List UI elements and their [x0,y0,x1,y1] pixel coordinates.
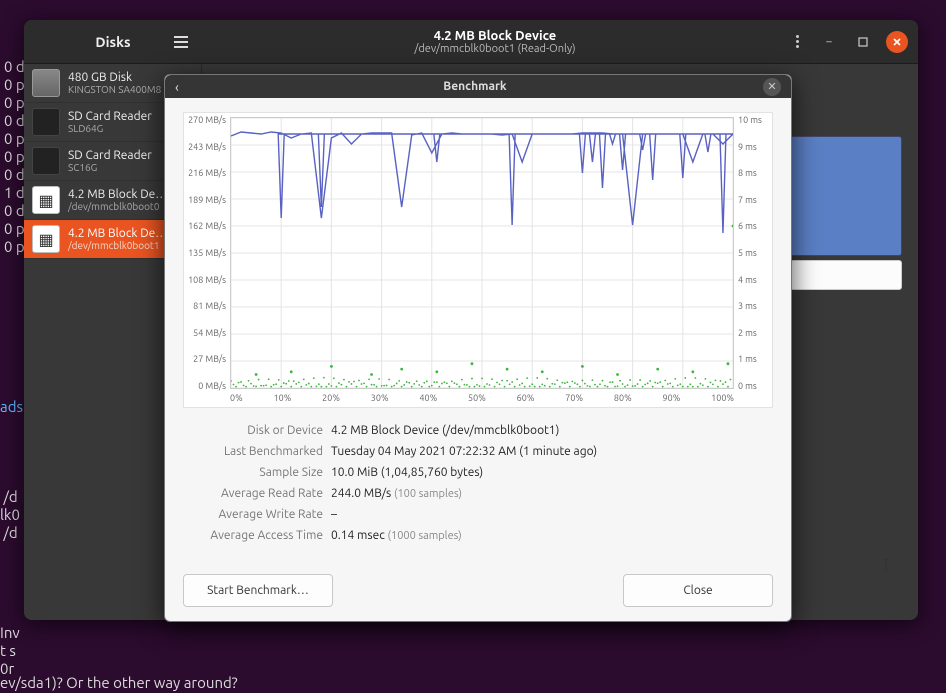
stat-label: Average Access Time [183,529,331,542]
back-icon[interactable]: ‹ [175,79,179,95]
disk-sub: SLD64G [68,123,152,134]
maximize-button[interactable] [852,31,874,53]
terminal-end: ev/sda1)? Or the other way around? [0,674,238,692]
app-title: Disks [95,34,130,50]
block-device-icon: ▦ [32,225,60,253]
stat-label: Sample Size [183,466,331,479]
kebab-menu-icon[interactable] [788,35,806,48]
stat-value: 0.14 msec (1000 samples) [331,529,773,542]
stat-label: Average Write Rate [183,508,331,521]
start-benchmark-button[interactable]: Start Benchmark… [183,574,333,607]
dialog-title: Benchmark [187,80,763,93]
benchmark-chart: 270 MB/s243 MB/s216 MB/s189 MB/s162 MB/s… [183,112,773,408]
header-bar: Disks 4.2 MB Block Device /dev/mmcblk0bo… [24,20,918,64]
stat-value: Tuesday 04 May 2021 07:22:32 AM (1 minut… [331,445,773,458]
hdd-icon [32,69,60,97]
stat-label: Disk or Device [183,424,331,437]
stat-value: 10.0 MiB (1,04,85,760 bytes) [331,466,773,479]
hamburger-menu-icon[interactable] [166,27,196,57]
terminal-paths: /d lk0 /d [0,488,20,542]
disk-sub: KINGSTON SA400M8 [68,84,161,95]
disk-sub: /dev/mmcblk0boot0 [68,201,167,212]
window-close-button[interactable] [886,31,908,53]
y-axis-left: 270 MB/s243 MB/s216 MB/s189 MB/s162 MB/s… [184,113,230,407]
disk-name: 4.2 MB Block De… [68,227,167,240]
benchmark-stats: Disk or Device4.2 MB Block Device (/dev/… [183,420,773,546]
benchmark-dialog: ‹ Benchmark ✕ 270 MB/s243 MB/s216 MB/s18… [164,74,792,622]
disk-name: SD Card Reader [68,110,152,123]
disk-sub: SC16G [68,162,152,173]
stat-label: Average Read Rate [183,487,331,500]
x-axis: 0%10%20%30%40%50%60%70%80%90%100% [230,393,734,407]
minimize-button[interactable]: – [818,31,840,53]
dialog-header: ‹ Benchmark ✕ [165,75,791,98]
stat-label: Last Benchmarked [183,445,331,458]
block-device-icon: ▦ [32,186,60,214]
dialog-footer: Start Benchmark… Close [165,560,791,621]
sd-icon [32,147,60,175]
chart-plot-area [230,117,734,389]
header-left: Disks [24,20,202,63]
terminal-hl: ads [0,398,23,416]
header-center: 4.2 MB Block Device /dev/mmcblk0boot1 (R… [202,29,788,55]
disk-sub: /dev/mmcblk0boot1 [68,240,167,251]
device-title: 4.2 MB Block Device [434,29,557,43]
close-button[interactable]: Close [623,574,773,607]
header-right: – [788,31,918,53]
disk-name: 4.2 MB Block De… [68,188,167,201]
device-subtitle: /dev/mmcblk0boot1 (Read-Only) [414,43,575,55]
stat-value: 4.2 MB Block Device (/dev/mmcblk0boot1) [331,424,773,437]
stat-value: 244.0 MB/s (100 samples) [331,487,773,500]
text-cursor-icon: I [883,555,889,576]
stat-value: – [331,508,773,521]
terminal-inv: Inv t s 0r [0,624,20,678]
dialog-body: 270 MB/s243 MB/s216 MB/s189 MB/s162 MB/s… [165,98,791,560]
sd-icon [32,108,60,136]
dialog-close-button[interactable]: ✕ [763,78,781,96]
terminal-col: 0 d 0 p 0 p 0 d 0 p 0 p 0 d 1 d 0 d 0 p … [4,58,25,256]
disk-name: 480 GB Disk [68,71,161,84]
y-axis-right: 10 ms9 ms8 ms7 ms6 ms5 ms4 ms3 ms2 ms1 m… [734,113,772,407]
disk-name: SD Card Reader [68,149,152,162]
